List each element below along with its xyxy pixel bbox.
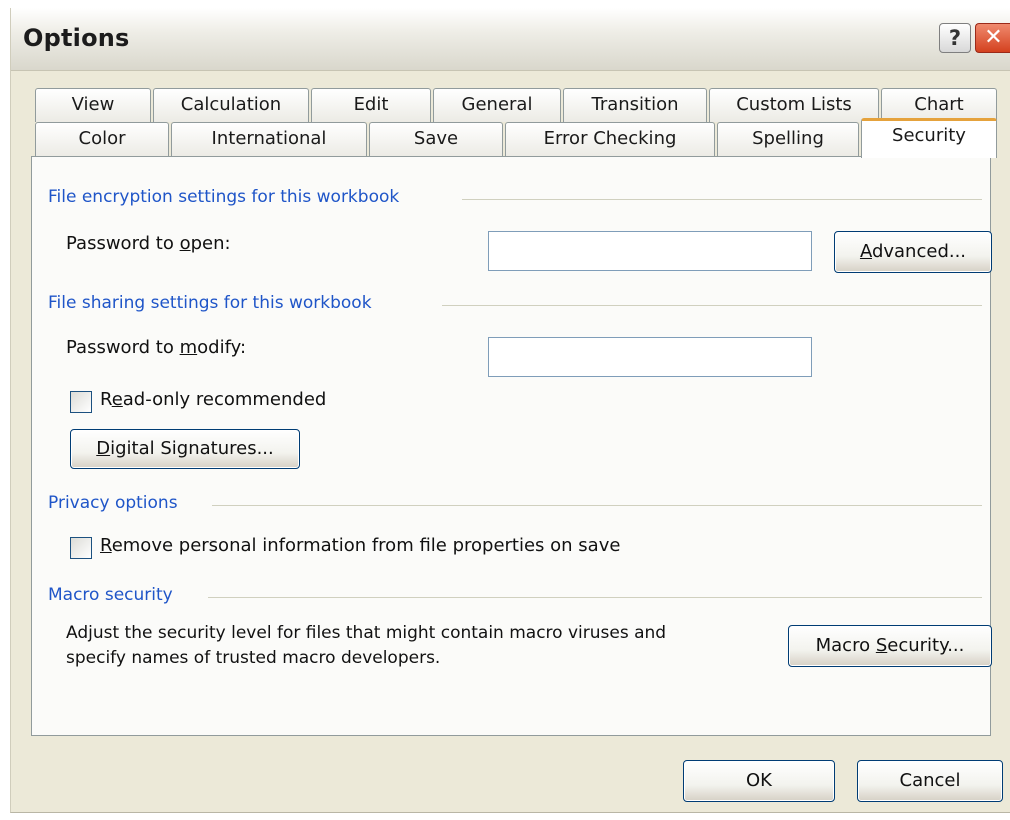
privacy-group-divider <box>212 505 982 506</box>
digital-signatures-button[interactable]: Digital Signatures... <box>70 429 300 469</box>
sharing-group-divider <box>442 305 982 306</box>
macro-security-group-divider <box>208 597 982 598</box>
tab-calculation[interactable]: Calculation <box>153 88 309 122</box>
encryption-group-heading: File encryption settings for this workbo… <box>48 187 400 207</box>
remove-personal-info-label[interactable]: Remove personal information from file pr… <box>100 535 620 556</box>
password-to-modify-label: Password to modify: <box>66 337 247 358</box>
tab-security[interactable]: Security <box>861 118 997 158</box>
macro-security-description-line-2: specify names of trusted macro developer… <box>66 648 441 668</box>
advanced-button[interactable]: Advanced... <box>834 231 992 273</box>
title-bar[interactable]: Options ? ✕ <box>11 8 1010 71</box>
macro-security-group-heading: Macro security <box>48 585 173 605</box>
help-icon[interactable]: ? <box>939 23 971 53</box>
password-to-modify-input[interactable] <box>488 337 812 377</box>
security-tab-panel: File encryption settings for this workbo… <box>31 156 992 736</box>
tab-view[interactable]: View <box>35 88 151 122</box>
macro-security-description-line-1: Adjust the security level for files that… <box>66 623 667 643</box>
options-dialog: Options ? ✕ View Calculation Edit Genera… <box>10 8 1010 813</box>
tab-spelling[interactable]: Spelling <box>717 122 859 156</box>
password-to-open-input[interactable] <box>488 231 812 271</box>
macro-security-description: Adjust the security level for files that… <box>66 621 766 671</box>
tab-edit[interactable]: Edit <box>311 88 431 122</box>
close-icon[interactable]: ✕ <box>975 23 1010 53</box>
encryption-group-divider <box>462 199 982 200</box>
tab-transition[interactable]: Transition <box>563 88 707 122</box>
tab-color[interactable]: Color <box>35 122 169 156</box>
tab-error-checking[interactable]: Error Checking <box>505 122 715 156</box>
read-only-recommended-label[interactable]: Read-only recommended <box>100 389 326 410</box>
tab-save[interactable]: Save <box>369 122 503 156</box>
password-to-open-label: Password to open: <box>66 233 231 254</box>
ok-button[interactable]: OK <box>683 760 835 802</box>
privacy-group-heading: Privacy options <box>48 493 178 513</box>
cancel-button[interactable]: Cancel <box>857 760 1003 802</box>
dialog-title: Options <box>23 24 130 52</box>
remove-personal-info-checkbox[interactable] <box>70 537 92 559</box>
tab-general[interactable]: General <box>433 88 561 122</box>
macro-security-button[interactable]: Macro Security... <box>788 625 992 667</box>
tab-custom-lists[interactable]: Custom Lists <box>709 88 879 122</box>
read-only-recommended-checkbox[interactable] <box>70 391 92 413</box>
tab-international[interactable]: International <box>171 122 367 156</box>
sharing-group-heading: File sharing settings for this workbook <box>48 293 372 313</box>
tab-chart[interactable]: Chart <box>881 88 997 122</box>
